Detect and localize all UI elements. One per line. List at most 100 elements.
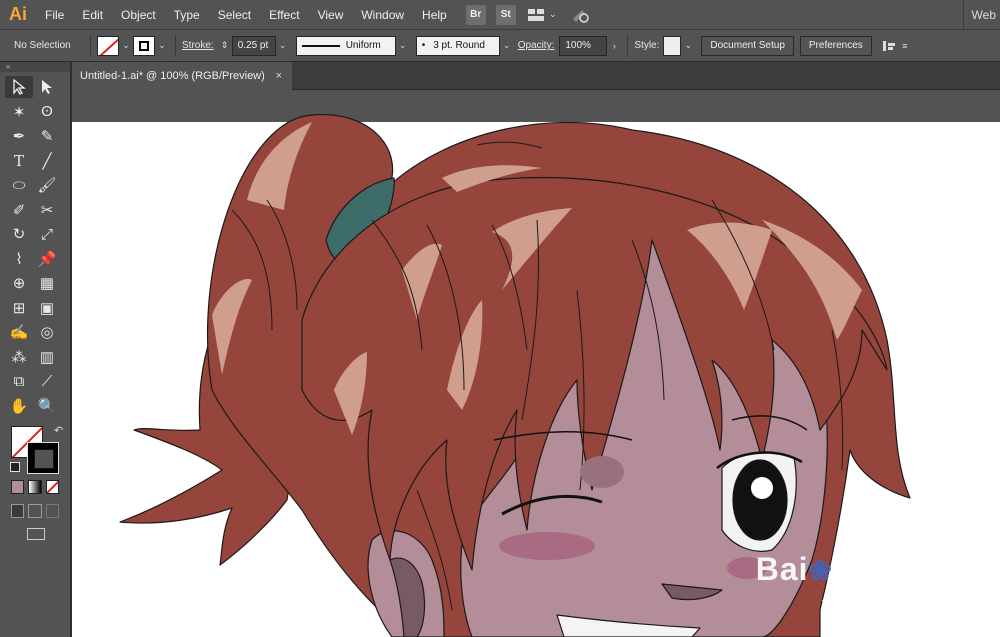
draw-modes [5,502,65,520]
chevron-down-icon[interactable]: ⌄ [396,36,410,56]
gpu-performance-icon[interactable] [570,5,590,25]
perspective-grid-tool-icon[interactable]: ▦ [33,272,61,294]
chevron-right-icon[interactable]: › [607,36,621,56]
chevron-down-icon[interactable]: ⌄ [119,36,133,56]
gradient-tool-icon[interactable]: ▣ [33,297,61,319]
graphic-style-swatch[interactable] [663,35,682,56]
line-tool-icon[interactable]: ╱ [33,150,61,172]
paintbrush-tool-icon[interactable]: 🖌 [33,174,61,196]
menu-bar: Ai File Edit Object Type Select Effect V… [0,0,1000,30]
fill-swatch[interactable] [97,35,119,56]
divider [90,34,91,57]
tools-panel: « ✶ ʘ ✒ ✎ T ╱ ⬭ 🖌 ✐ ✂ ↻ ⤢ ⌇ 📌 ⊕ ▦ ⊞ ▣ ✍ … [0,62,71,637]
main-menu: File Edit Object Type Select Effect View… [36,0,456,30]
scale-tool-icon[interactable]: ⤢ [33,223,61,245]
ellipse-tool-icon[interactable]: ⬭ [5,174,33,196]
blend-tool-icon[interactable]: ◎ [33,321,61,343]
menu-view[interactable]: View [309,0,353,30]
preferences-button[interactable]: Preferences [799,35,872,56]
watermark-brand: Bai [755,551,809,587]
chevron-down-icon[interactable]: ⌄ [276,36,290,56]
profile-label: Uniform [345,40,381,51]
stroke-weight-field[interactable]: 0.25 pt [231,35,276,56]
document-setup-button[interactable]: Document Setup [701,35,794,56]
arrange-documents-icon[interactable] [526,5,546,25]
rotate-tool-icon[interactable]: ↻ [5,223,33,245]
pen-tool-icon[interactable]: ✒ [5,125,33,147]
width-tool-icon[interactable]: ⌇ [5,248,33,270]
opacity-label[interactable]: Opacity: [518,40,555,51]
watermark-logo: Bai❀du 经验 [756,549,942,589]
chevron-down-icon[interactable]: ⌄ [681,36,695,56]
gradient-mode-icon[interactable] [28,480,42,494]
none-mode-icon[interactable] [45,480,59,494]
puppet-warp-tool-icon[interactable]: 📌 [33,248,61,270]
magic-wand-tool-icon[interactable]: ✶ [5,101,33,123]
lasso-tool-icon[interactable]: ʘ [33,101,61,123]
stroke-label[interactable]: Stroke: [182,40,214,51]
opacity-field[interactable]: 100% [559,35,608,56]
menu-effect[interactable]: Effect [260,0,308,30]
draw-behind-icon[interactable] [28,504,42,518]
menu-file[interactable]: File [36,0,73,30]
menu-type[interactable]: Type [165,0,209,30]
menu-help[interactable]: Help [413,0,456,30]
variable-width-profile[interactable]: Uniform [295,35,396,56]
document-tab-bar: Untitled-1.ai* @ 100% (RGB/Preview) × [72,62,1000,90]
column-graph-tool-icon[interactable]: ▥ [33,346,61,368]
brush-definition[interactable]: • 3 pt. Round [415,35,500,56]
selection-tool-icon[interactable] [5,76,33,99]
shape-builder-tool-icon[interactable]: ⊕ [5,272,33,294]
chevron-down-icon[interactable]: ⌄ [500,36,514,56]
color-mode-icon[interactable] [11,480,25,494]
change-screen-mode-icon[interactable] [27,528,45,540]
hand-tool-icon[interactable]: ✋ [5,395,33,417]
menu-select[interactable]: Select [209,0,260,30]
collapse-panel-icon[interactable]: « [0,62,70,72]
panel-menu-icon[interactable]: ≡ [898,36,912,56]
stroke-swatch[interactable] [133,35,155,56]
stepper-icon[interactable]: ⇕ [218,36,232,56]
artboard-tool-icon[interactable]: ⧉ [5,370,33,392]
iris [732,459,788,541]
brush-dot-icon: • [421,40,426,51]
direct-selection-tool-icon[interactable] [33,76,61,98]
fill-stroke-widget: ↶ [5,422,65,478]
draw-inside-icon[interactable] [45,504,59,518]
default-fill-stroke-icon[interactable] [10,462,20,472]
chevron-down-icon[interactable]: ⌄ [546,5,560,25]
swap-fill-stroke-icon[interactable]: ↶ [54,424,63,437]
menu-window[interactable]: Window [352,0,413,30]
curvature-tool-icon[interactable]: ✎ [33,125,61,147]
align-icon[interactable] [880,36,898,56]
color-modes [5,478,65,496]
workspace-switcher[interactable]: Web [962,0,1000,30]
divider [627,34,629,57]
menu-object[interactable]: Object [112,0,165,30]
close-icon[interactable]: × [276,70,282,82]
mesh-tool-icon[interactable]: ⊞ [5,297,33,319]
style-label: Style: [634,40,660,51]
watermark-url: jingyan.baidu.com [821,598,942,615]
control-bar: No Selection ⌄ ⌄ Stroke: ⇕ 0.25 pt ⌄ Uni… [0,30,1000,62]
eye-highlight [751,477,773,499]
chevron-down-icon[interactable]: ⌄ [155,36,169,56]
paw-icon: ❀ [808,555,833,586]
stroke-color-box[interactable] [27,442,59,474]
draw-normal-icon[interactable] [11,504,25,518]
menu-edit[interactable]: Edit [73,0,112,30]
screen-modes [5,526,65,542]
document-tab[interactable]: Untitled-1.ai* @ 100% (RGB/Preview) × [72,62,292,90]
stock-button[interactable]: St [495,4,516,25]
eyedropper-tool-icon[interactable]: ✍ [5,321,33,343]
watermark-cn: 经验 [883,555,942,586]
type-tool-icon[interactable]: T [5,150,33,172]
divider [175,34,176,57]
slice-tool-icon[interactable]: ⟋ [33,370,61,392]
zoom-tool-icon[interactable]: 🔍 [33,395,61,417]
artboard-canvas[interactable]: Bai❀du 经验 jingyan.baidu.com [72,90,1000,637]
symbol-sprayer-tool-icon[interactable]: ⁂ [5,346,33,368]
bridge-button[interactable]: Br [465,4,486,25]
scissors-tool-icon[interactable]: ✂ [33,199,61,221]
shaper-tool-icon[interactable]: ✐ [5,199,33,221]
